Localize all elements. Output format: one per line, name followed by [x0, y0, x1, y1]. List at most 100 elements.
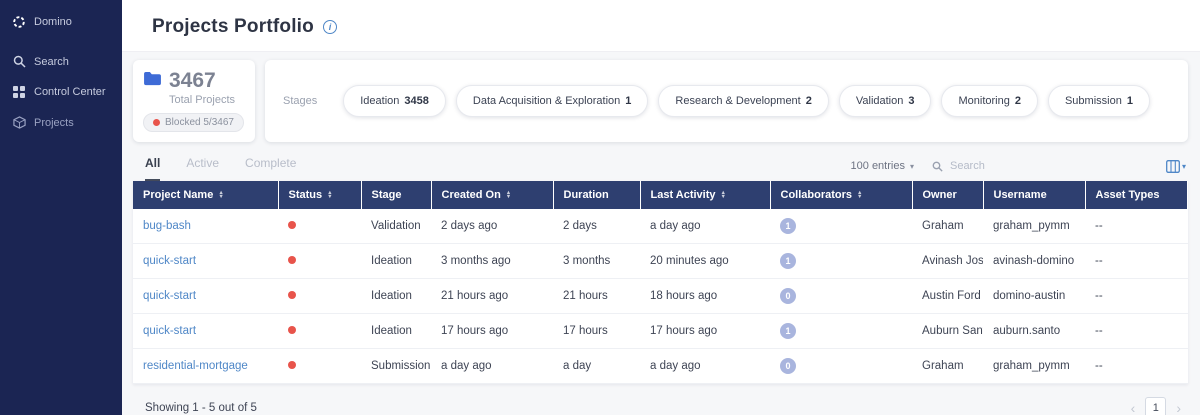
column-header[interactable]: Status ▲ ▼	[278, 181, 362, 209]
stages-label: Stages	[283, 95, 318, 107]
tabs: All Active Complete	[133, 156, 296, 181]
stage-pill[interactable]: Data Acquisition & Exploration 1	[455, 85, 649, 117]
created-on-cell: 21 hours ago	[431, 278, 553, 314]
sort-icon[interactable]: ▲ ▼	[327, 190, 332, 200]
sidebar: Domino Search Control Center Projects	[0, 0, 122, 415]
sort-icon[interactable]: ▲ ▼	[721, 190, 726, 200]
last-activity-cell: 18 hours ago	[640, 278, 770, 314]
status-dot-icon	[288, 326, 296, 334]
stage-pill-count: 1	[625, 95, 632, 107]
column-header[interactable]: Project Name ▲ ▼	[133, 181, 279, 209]
sort-icon[interactable]: ▲ ▼	[218, 190, 223, 200]
project-link[interactable]: residential-mortgage	[143, 360, 248, 372]
column-header[interactable]: Owner▲▼	[912, 181, 984, 209]
page-title: Projects Portfolio	[152, 16, 314, 37]
column-header[interactable]: Last Activity ▲ ▼	[640, 181, 771, 209]
sidebar-item-control-center[interactable]: Control Center	[0, 77, 122, 107]
column-header-label: Status	[288, 189, 323, 201]
column-picker-icon[interactable]: ▾	[1166, 159, 1186, 173]
project-link[interactable]: bug-bash	[143, 220, 191, 232]
status-dot-icon	[288, 361, 296, 369]
toolbar: All Active Complete 100 entries ▾ ▾	[122, 142, 1200, 181]
stage-pill-name: Monitoring	[958, 95, 1010, 107]
sidebar-item-label: Projects	[34, 116, 74, 129]
stage-pill[interactable]: Ideation 3458	[343, 85, 446, 117]
table-row[interactable]: quick-start Ideation 17 hours ago 17 hou…	[133, 313, 1188, 349]
stage-pill-name: Data Acquisition & Exploration	[472, 95, 621, 107]
table-row[interactable]: quick-start Ideation 21 hours ago 21 hou…	[133, 278, 1188, 314]
username-cell: avinash-domino	[983, 243, 1085, 279]
column-header-label: Last Activity	[650, 189, 716, 201]
cube-icon	[12, 116, 26, 129]
next-page-button[interactable]: ›	[1173, 400, 1184, 415]
asset-types-cell: --	[1085, 209, 1188, 244]
page-number-button[interactable]: 1	[1145, 397, 1167, 415]
column-header[interactable]: Asset Types▲▼	[1085, 181, 1188, 209]
column-header[interactable]: Stage▲▼	[361, 181, 432, 209]
toolbar-right: 100 entries ▾ ▾	[851, 159, 1186, 181]
total-projects-value: 3467	[169, 69, 216, 92]
created-on-cell: a day ago	[431, 348, 553, 384]
column-header-label: Created On	[441, 189, 501, 201]
blocked-badge[interactable]: Blocked 5/3467	[143, 113, 244, 132]
stage-pill-count: 2	[805, 95, 812, 107]
collaborators-badge: 1	[780, 323, 796, 339]
tab-active[interactable]: Active	[186, 156, 219, 181]
stage-cell: Ideation	[361, 313, 431, 349]
sidebar-logo-label: Domino	[34, 16, 72, 28]
project-link[interactable]: quick-start	[143, 255, 196, 267]
stage-pill-count: 3	[908, 95, 915, 107]
username-cell: graham_pymm	[983, 348, 1085, 384]
tab-all[interactable]: All	[145, 156, 161, 181]
username-cell: auburn.santo	[983, 313, 1085, 349]
table-row[interactable]: quick-start Ideation 3 months ago 3 mont…	[133, 243, 1188, 279]
prev-page-button[interactable]: ‹	[1128, 400, 1139, 415]
owner-cell: Austin Ford	[912, 278, 983, 314]
stage-pill[interactable]: Validation 3	[838, 85, 932, 117]
project-link[interactable]: quick-start	[143, 290, 196, 302]
entries-dropdown[interactable]: 100 entries ▾	[851, 160, 914, 172]
owner-cell: Graham	[912, 209, 983, 244]
stage-pill-count: 1	[1126, 95, 1133, 107]
stage-pill-name: Ideation	[360, 95, 400, 107]
stats-row: 3467 Total Projects Blocked 5/3467 Stage…	[122, 52, 1200, 142]
sort-icon[interactable]: ▲ ▼	[506, 190, 511, 200]
status-dot-icon	[288, 256, 296, 264]
folder-icon	[143, 71, 162, 91]
table-row[interactable]: residential-mortgage Submission a day ag…	[133, 348, 1188, 384]
duration-cell: 2 days	[553, 209, 640, 244]
app-root: Domino Search Control Center Projects Pr…	[0, 0, 1200, 415]
collaborators-badge: 0	[780, 288, 796, 304]
column-header-label: Project Name	[143, 189, 214, 201]
table-header-row: Project Name▲▼ Status▲▼ Stage▲▼	[133, 181, 1188, 209]
sort-icon[interactable]: ▲ ▼	[857, 190, 862, 200]
info-icon[interactable]: i	[322, 20, 337, 34]
column-header[interactable]: Username▲▼	[983, 181, 1086, 209]
stage-pill[interactable]: Monitoring 2	[941, 85, 1038, 117]
search-input[interactable]	[947, 159, 1020, 173]
column-header-label: Stage	[371, 189, 402, 201]
column-header-label: Asset Types	[1095, 189, 1160, 201]
stage-pill[interactable]: Submission 1	[1047, 85, 1150, 117]
column-header[interactable]: Duration▲▼	[553, 181, 641, 209]
asset-types-cell: --	[1085, 243, 1188, 279]
column-header-label: Duration	[563, 189, 609, 201]
stage-pill-count: 2	[1014, 95, 1021, 107]
tab-complete[interactable]: Complete	[245, 156, 296, 181]
collaborators-badge: 1	[780, 218, 796, 234]
status-dot-icon	[288, 221, 296, 229]
project-link[interactable]: quick-start	[143, 325, 196, 337]
sidebar-item-projects[interactable]: Projects	[0, 107, 122, 138]
duration-cell: 21 hours	[553, 278, 640, 314]
stage-pill[interactable]: Research & Development 2	[658, 85, 829, 117]
stage-pill-name: Submission	[1064, 95, 1122, 107]
sidebar-logo[interactable]: Domino	[0, 4, 122, 46]
stage-cell: Validation	[361, 209, 431, 244]
column-header[interactable]: Collaborators ▲ ▼	[770, 181, 913, 209]
collaborators-badge: 1	[780, 253, 796, 269]
column-header[interactable]: Created On ▲ ▼	[431, 181, 554, 209]
table-row[interactable]: bug-bash Validation 2 days ago 2 days a …	[133, 209, 1188, 244]
sidebar-item-label: Search	[34, 55, 69, 68]
blocked-dot-icon	[153, 119, 160, 126]
sidebar-item-search[interactable]: Search	[0, 46, 122, 77]
